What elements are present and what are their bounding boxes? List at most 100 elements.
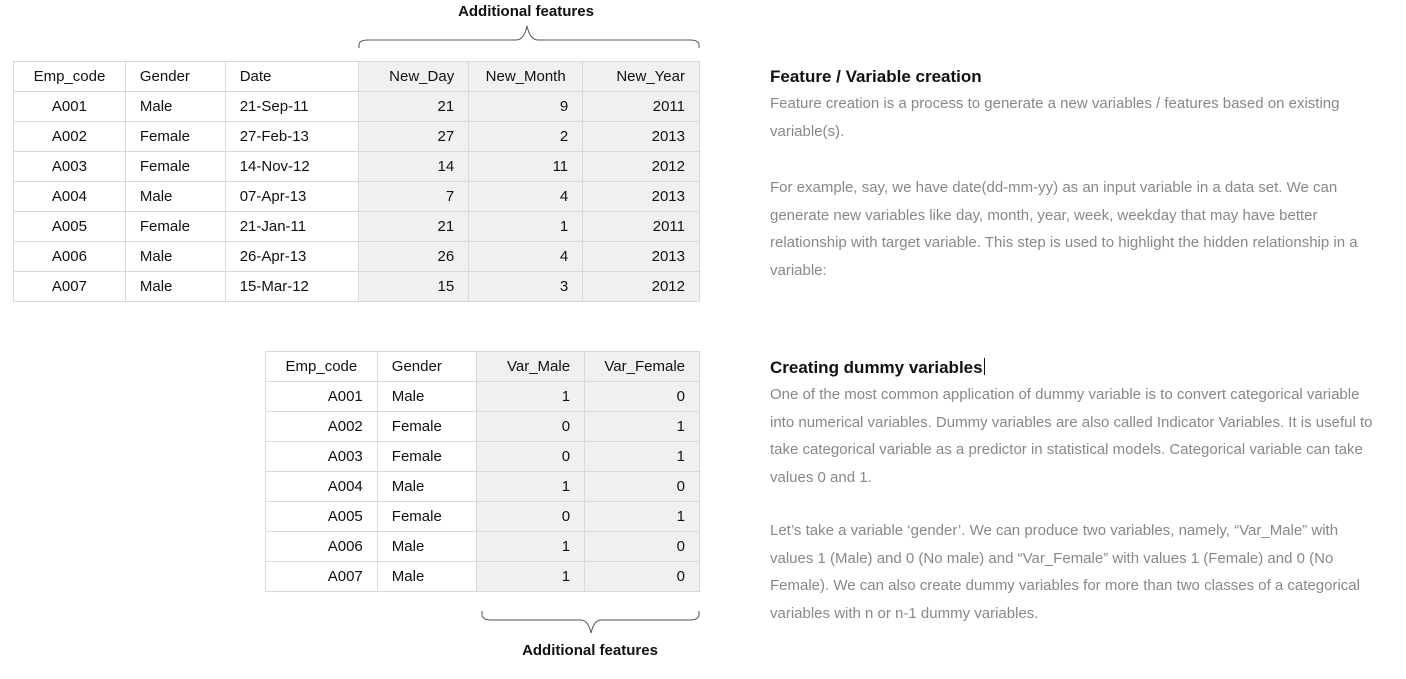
table-row: A006 Male 1 0 bbox=[265, 531, 700, 562]
feature-creation-para1: Feature creation is a process to generat… bbox=[770, 95, 1340, 140]
table-cell: 0 bbox=[584, 531, 700, 562]
text-cursor bbox=[983, 358, 985, 375]
dummy-variables-title: Creating dummy variables bbox=[770, 357, 1380, 379]
table-cell: 07-Apr-13 bbox=[224, 181, 360, 212]
table-row: A005 Female 0 1 bbox=[265, 501, 700, 532]
table-cell: 11 bbox=[468, 151, 584, 182]
table-cell: 2013 bbox=[582, 121, 700, 152]
table-cell: 0 bbox=[476, 441, 586, 472]
column-header: New_Year bbox=[582, 61, 700, 92]
table-cell: 3 bbox=[468, 271, 584, 302]
additional-features-caption-bottom: Additional features bbox=[522, 642, 658, 659]
table-cell: 2 bbox=[468, 121, 584, 152]
column-header: Gender bbox=[124, 61, 226, 92]
dummy-variables-para1: One of the most common application of du… bbox=[770, 386, 1373, 486]
table-cell: 7 bbox=[358, 181, 470, 212]
table-cell: 4 bbox=[468, 241, 584, 272]
table-cell: 1 bbox=[476, 531, 586, 562]
dummy-variables-table: Emp_code Gender Var_Male Var_Female A001 Male… bbox=[265, 351, 700, 592]
table-cell: Female bbox=[124, 151, 226, 182]
table-cell: A005 bbox=[13, 211, 126, 242]
top-brace bbox=[358, 25, 700, 48]
table-row: A001 Male 1 0 bbox=[265, 381, 700, 412]
table-cell: 27-Feb-13 bbox=[224, 121, 360, 152]
table-cell: 15 bbox=[358, 271, 470, 302]
table-row: A007 Male 15-Mar-12 15 3 2012 bbox=[13, 271, 700, 302]
column-header: Emp_code bbox=[265, 351, 378, 382]
table-cell: Female bbox=[124, 211, 226, 242]
table-cell: A007 bbox=[13, 271, 126, 302]
table-cell: 1 bbox=[584, 441, 700, 472]
table-cell: 2012 bbox=[582, 151, 700, 182]
table-cell: 4 bbox=[468, 181, 584, 212]
table-cell: 21-Jan-11 bbox=[224, 211, 360, 242]
column-header: Gender bbox=[376, 351, 478, 382]
feature-creation-section: Feature / Variable creation Feature crea… bbox=[770, 66, 1380, 284]
table-cell: 2012 bbox=[582, 271, 700, 302]
table-row: A007 Male 1 0 bbox=[265, 561, 700, 592]
table-cell: 1 bbox=[584, 501, 700, 532]
table-cell: 1 bbox=[584, 411, 700, 442]
table-cell: A004 bbox=[265, 471, 378, 502]
table-row: A003 Female 0 1 bbox=[265, 441, 700, 472]
table-row: A004 Male 1 0 bbox=[265, 471, 700, 502]
column-header: Emp_code bbox=[13, 61, 126, 92]
table-cell: Female bbox=[124, 121, 226, 152]
table-row: A002 Female 27-Feb-13 27 2 2013 bbox=[13, 121, 700, 152]
table-row: A006 Male 26-Apr-13 26 4 2013 bbox=[13, 241, 700, 272]
table-cell: A006 bbox=[265, 531, 378, 562]
table-cell: 21 bbox=[358, 211, 470, 242]
table-row: A004 Male 07-Apr-13 7 4 2013 bbox=[13, 181, 700, 212]
table-cell: 2013 bbox=[582, 241, 700, 272]
table-cell: 14-Nov-12 bbox=[224, 151, 360, 182]
column-header: Date bbox=[224, 61, 360, 92]
table-row: A005 Female 21-Jan-11 21 1 2011 bbox=[13, 211, 700, 242]
table-cell: Female bbox=[376, 501, 478, 532]
table-cell: 26-Apr-13 bbox=[224, 241, 360, 272]
feature-creation-table: Emp_code Gender Date New_Day New_Month New_Ye… bbox=[13, 61, 700, 302]
additional-features-caption-top: Additional features bbox=[458, 3, 594, 20]
dummy-variables-title-text: Creating dummy variables bbox=[770, 358, 983, 377]
table-cell: 1 bbox=[476, 381, 586, 412]
table-cell: 1 bbox=[468, 211, 584, 242]
table-cell: 0 bbox=[476, 411, 586, 442]
table-cell: 26 bbox=[358, 241, 470, 272]
column-header: Var_Female bbox=[584, 351, 700, 382]
table-cell: A003 bbox=[265, 441, 378, 472]
table-cell: Male bbox=[124, 91, 226, 122]
bottom-brace bbox=[481, 611, 700, 634]
table-cell: 1 bbox=[476, 561, 586, 592]
table-cell: A007 bbox=[265, 561, 378, 592]
table-cell: Male bbox=[376, 561, 478, 592]
table-cell: 27 bbox=[358, 121, 470, 152]
table-header-row: Emp_code Gender Var_Male Var_Female bbox=[265, 351, 700, 382]
table-cell: A003 bbox=[13, 151, 126, 182]
dummy-variables-para2: Let’s take a variable ‘gender’. We can p… bbox=[770, 522, 1360, 622]
table-row: A003 Female 14-Nov-12 14 11 2012 bbox=[13, 151, 700, 182]
table-cell: 14 bbox=[358, 151, 470, 182]
table-row: A002 Female 0 1 bbox=[265, 411, 700, 442]
table-cell: 1 bbox=[476, 471, 586, 502]
table-cell: 0 bbox=[584, 561, 700, 592]
table-cell: 2013 bbox=[582, 181, 700, 212]
table-cell: Male bbox=[124, 241, 226, 272]
table-cell: A001 bbox=[13, 91, 126, 122]
table-cell: A006 bbox=[13, 241, 126, 272]
table-cell: Male bbox=[124, 271, 226, 302]
table-row: A001 Male 21-Sep-11 21 9 2011 bbox=[13, 91, 700, 122]
table-cell: 9 bbox=[468, 91, 584, 122]
table-cell: 21-Sep-11 bbox=[224, 91, 360, 122]
column-header: New_Month bbox=[468, 61, 584, 92]
table-cell: 2011 bbox=[582, 211, 700, 242]
column-header: Var_Male bbox=[476, 351, 586, 382]
table-cell: Male bbox=[124, 181, 226, 212]
table-cell: A004 bbox=[13, 181, 126, 212]
table-cell: 0 bbox=[584, 381, 700, 412]
table-cell: Male bbox=[376, 381, 478, 412]
table-cell: A005 bbox=[265, 501, 378, 532]
table-header-row: Emp_code Gender Date New_Day New_Month New_Ye… bbox=[13, 61, 700, 92]
table-cell: A002 bbox=[13, 121, 126, 152]
table-cell: Male bbox=[376, 531, 478, 562]
table-cell: Female bbox=[376, 411, 478, 442]
table-cell: Male bbox=[376, 471, 478, 502]
